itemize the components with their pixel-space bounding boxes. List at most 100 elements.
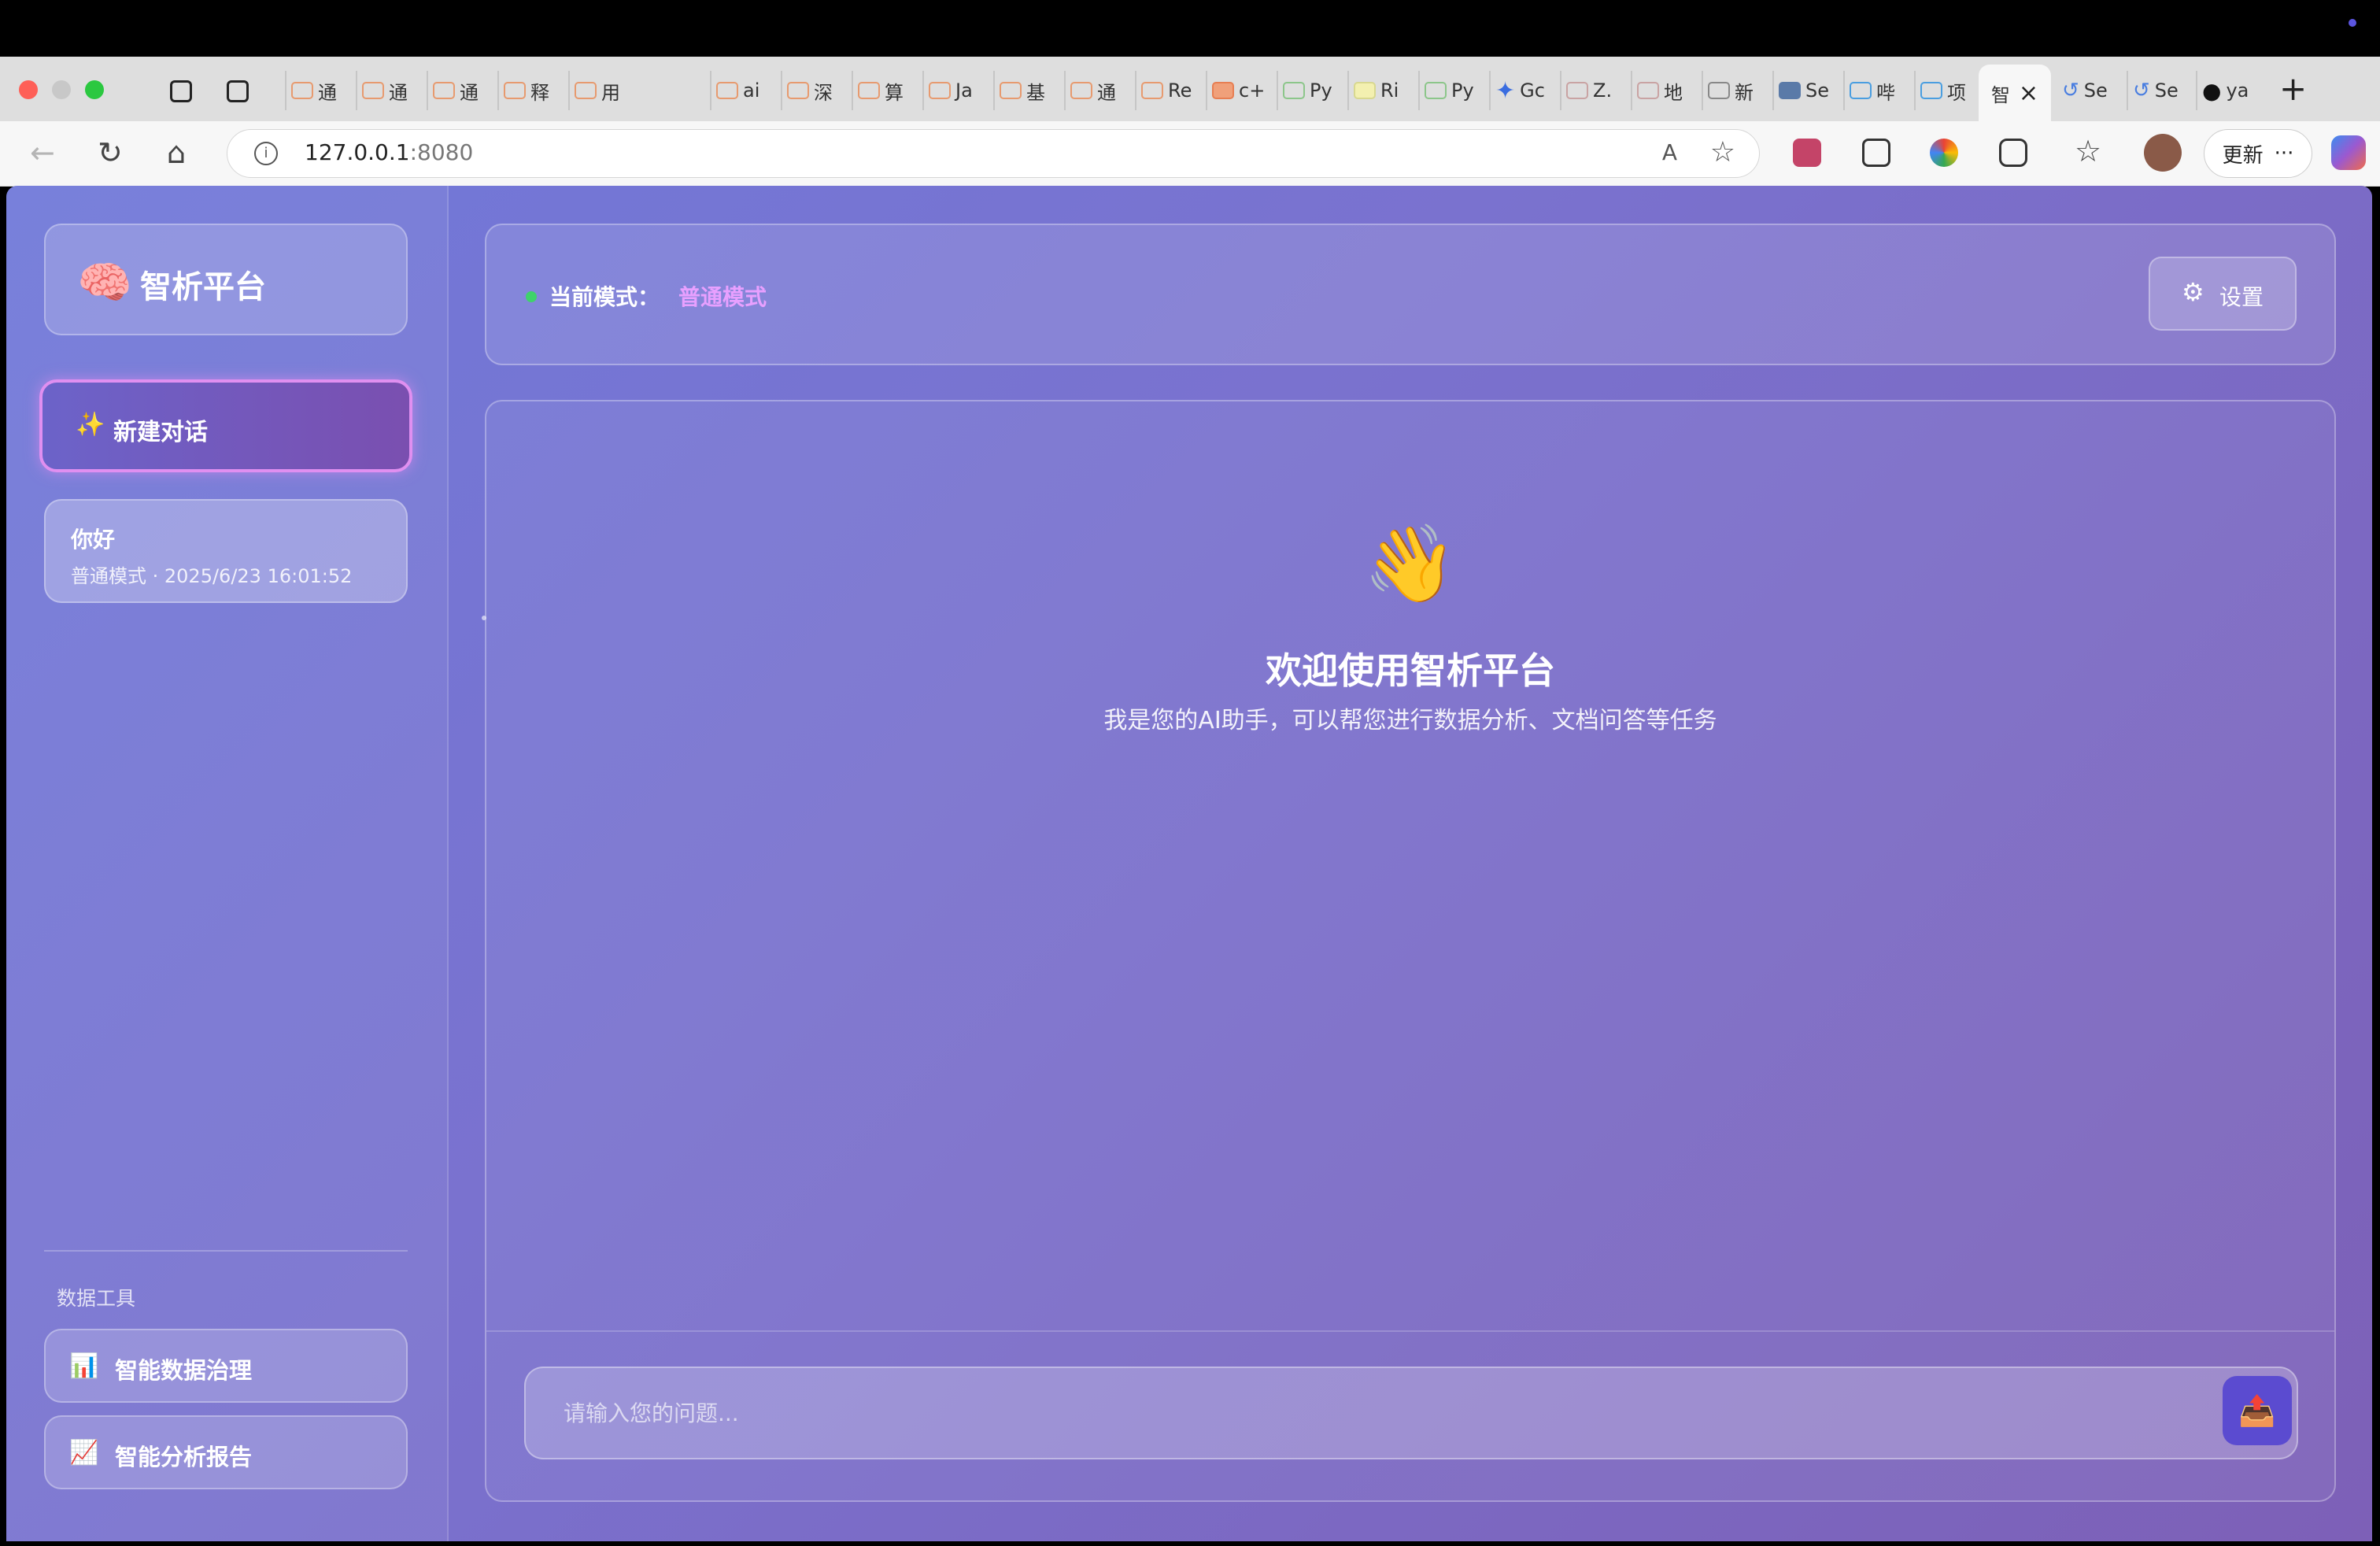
- browser-tab[interactable]: 基: [993, 71, 1062, 110]
- browser-tab[interactable]: Re: [1135, 71, 1204, 110]
- new-chat-button[interactable]: ✨ 新建对话: [39, 379, 412, 472]
- tool-analysis-report[interactable]: 📈 智能分析报告: [44, 1415, 408, 1489]
- tab-title: 智: [1991, 83, 2010, 106]
- translate-extension-icon[interactable]: [1793, 139, 1821, 167]
- input-divider: [486, 1330, 2334, 1332]
- mode-value: 普通模式: [678, 284, 767, 310]
- tab-favicon-icon: [858, 82, 880, 99]
- active-browser-tab[interactable]: 智 ×: [1979, 65, 2051, 121]
- browser-tab[interactable]: 地: [1631, 71, 1700, 110]
- browser-tab[interactable]: 用: [568, 71, 638, 110]
- mode-header: 当前模式： 普通模式: [485, 224, 2336, 365]
- brain-icon: 🧠: [77, 257, 132, 309]
- tab-favicon-icon: [787, 82, 809, 99]
- send-button[interactable]: 📤: [2223, 1376, 2292, 1445]
- send-icon: 📤: [2238, 1393, 2276, 1428]
- browser-tab[interactable]: 新: [1702, 71, 1771, 110]
- browser-tab[interactable]: ai: [710, 71, 779, 110]
- browser-tab[interactable]: ● ya: [2196, 71, 2267, 110]
- browser-tab[interactable]: Py: [1277, 71, 1346, 110]
- tab-favicon-icon: [1070, 82, 1092, 99]
- tab-title: ya: [2226, 80, 2249, 102]
- brand-name: 智析平台: [140, 269, 266, 305]
- browser-tab[interactable]: 项: [1914, 71, 1983, 110]
- conversation-title: 你好: [71, 527, 116, 553]
- extensions-puzzle-icon[interactable]: [1999, 139, 2027, 167]
- browser-tab[interactable]: ↺ Se: [2127, 71, 2194, 110]
- chat-input[interactable]: [526, 1368, 2179, 1458]
- settings-button[interactable]: ⚙ 设置: [2149, 257, 2297, 331]
- mode-label: 当前模式：: [549, 284, 660, 310]
- tab-title: 算: [885, 81, 904, 104]
- browser-tab[interactable]: 算: [852, 71, 921, 110]
- browser-tab[interactable]: Se: [1772, 71, 1842, 110]
- back-icon[interactable]: ←: [30, 135, 55, 170]
- close-window-button[interactable]: [19, 80, 38, 99]
- url-port: :8080: [409, 139, 474, 165]
- browser-tab[interactable]: ✦ Gc: [1489, 71, 1558, 110]
- browser-tab[interactable]: 释: [497, 71, 567, 110]
- tab-title: 通: [389, 81, 408, 104]
- resize-handle[interactable]: [482, 616, 486, 620]
- tab-title: 新: [1735, 81, 1754, 104]
- tools-section-title: 数据工具: [57, 1287, 136, 1310]
- browser-tab[interactable]: ↺ Se: [2057, 71, 2125, 110]
- tab-favicon-icon: [1920, 82, 1942, 99]
- browser-extension-icon[interactable]: [1930, 139, 1958, 167]
- browser-tab[interactable]: c+: [1206, 71, 1275, 110]
- sidebar-divider: [44, 1250, 408, 1252]
- browser-tab[interactable]: 通: [285, 71, 354, 110]
- update-button[interactable]: 更新 ···: [2204, 129, 2312, 178]
- tab-favicon-icon: [362, 82, 384, 99]
- browser-tab[interactable]: Ja: [922, 71, 992, 110]
- collections-icon[interactable]: [170, 80, 192, 102]
- read-aloud-icon[interactable]: A: [1662, 139, 1677, 165]
- close-tab-icon[interactable]: ×: [2019, 80, 2038, 107]
- browser-tab[interactable]: Ri: [1347, 71, 1417, 110]
- bar-chart-icon: 📊: [69, 1352, 99, 1380]
- browser-tab[interactable]: 通: [1064, 71, 1133, 110]
- gemini-icon: ✦: [1495, 76, 1516, 105]
- new-tab-button[interactable]: +: [2279, 71, 2307, 107]
- profile-avatar[interactable]: [2144, 134, 2182, 172]
- tab-favicon-icon: [1425, 82, 1447, 99]
- browser-tab[interactable]: Py: [1418, 71, 1488, 110]
- tab-title: Ri: [1380, 80, 1399, 102]
- copilot-icon[interactable]: [2331, 135, 2366, 170]
- conversation-history-item[interactable]: 你好 普通模式 · 2025/6/23 16:01:52: [44, 499, 408, 603]
- tab-favicon-icon: [1637, 82, 1659, 99]
- tab-title: 深: [814, 81, 833, 104]
- mode-status-dot: [526, 291, 537, 302]
- browser-tab[interactable]: 深: [781, 71, 850, 110]
- url-field[interactable]: i 127.0.0.1:8080 A ☆: [227, 129, 1760, 178]
- update-label: 更新: [2222, 143, 2264, 168]
- tab-title: 释: [530, 81, 549, 104]
- tool-data-governance[interactable]: 📊 智能数据治理: [44, 1329, 408, 1403]
- reload-icon[interactable]: ↻: [98, 135, 123, 170]
- welcome-title: 欢迎使用智析平台: [1266, 649, 1555, 692]
- screenshot-extension-icon[interactable]: [1862, 139, 1890, 167]
- favorite-star-icon[interactable]: ☆: [1710, 136, 1735, 168]
- favorites-icon[interactable]: ☆: [2075, 134, 2101, 168]
- browser-tab[interactable]: Z.: [1560, 71, 1629, 110]
- tab-favicon-icon: [575, 82, 597, 99]
- tab-actions-icon[interactable]: [227, 80, 249, 102]
- minimize-window-button[interactable]: [52, 80, 71, 99]
- tab-favicon-icon: [1000, 82, 1022, 99]
- browser-tab[interactable]: 哔: [1843, 71, 1913, 110]
- home-icon[interactable]: ⌂: [167, 135, 186, 170]
- app-window: 🧠 智析平台 ✨ 新建对话 你好 普通模式 · 2025/6/23 16:01:…: [6, 186, 2372, 1541]
- browser-tab[interactable]: 通: [427, 71, 496, 110]
- tab-title: Se: [2154, 80, 2179, 102]
- maximize-window-button[interactable]: [85, 80, 104, 99]
- site-info-icon[interactable]: i: [254, 142, 278, 165]
- tab-title: c+: [1239, 80, 1266, 102]
- tab-title: Ja: [955, 80, 973, 102]
- tab-favicon-icon: [1283, 82, 1305, 99]
- tab-favicon-icon: [1708, 82, 1730, 99]
- system-top-bar: [0, 0, 2380, 57]
- browser-tab[interactable]: 通: [356, 71, 425, 110]
- tab-title: 用: [601, 81, 620, 104]
- more-icon[interactable]: ···: [2275, 142, 2294, 165]
- welcome-subtitle: 我是您的AI助手，可以帮您进行数据分析、文档问答等任务: [1103, 707, 1717, 734]
